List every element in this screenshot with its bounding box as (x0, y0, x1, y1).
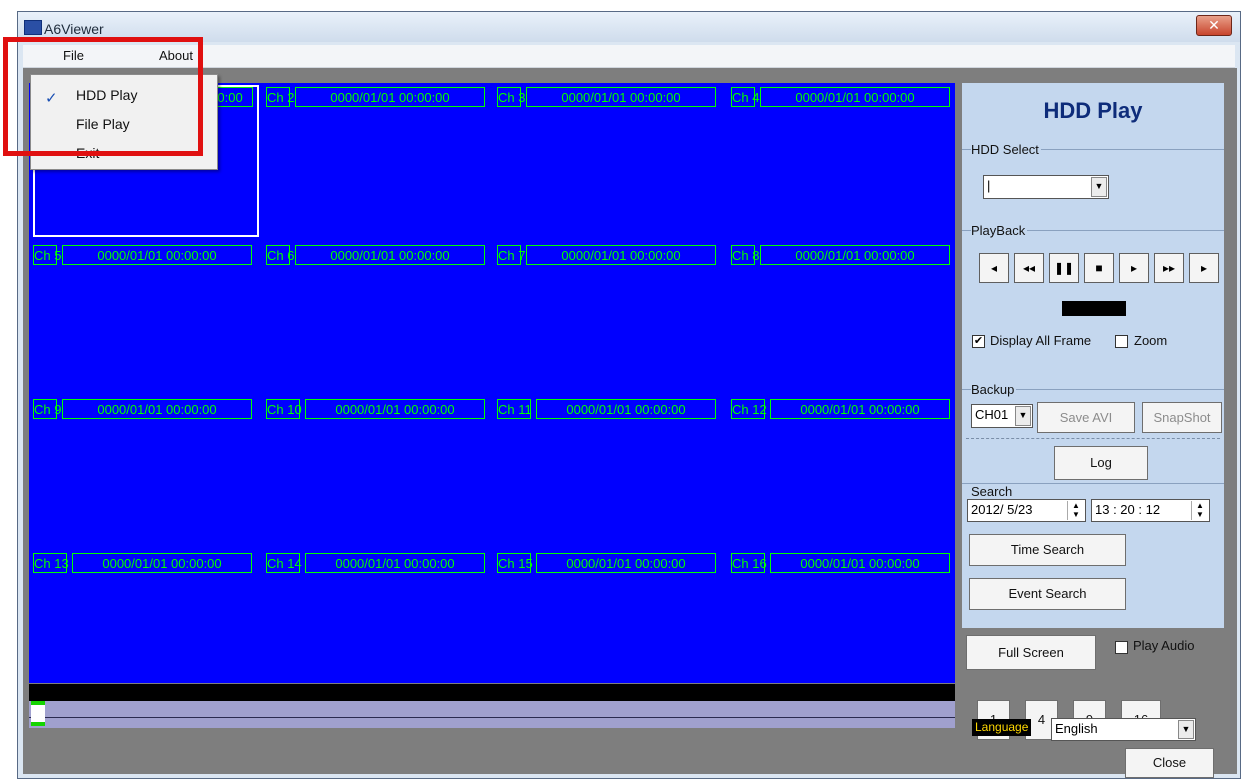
save-avi-button[interactable]: Save AVI (1037, 402, 1135, 433)
channel-timestamp: 0000/01/01 00:00:00 (536, 399, 716, 419)
channel-timestamp: 0000/01/01 00:00:00 (72, 553, 252, 573)
language-select[interactable]: English ▼ (1051, 718, 1196, 741)
close-button[interactable]: Close (1125, 748, 1214, 778)
date-spinner-icon[interactable]: ▲ ▼ (1067, 501, 1084, 520)
hdd-select-group: HDD Select | ▼ (962, 142, 1224, 224)
log-button[interactable]: Log (1054, 446, 1148, 480)
timeline-track[interactable] (29, 701, 955, 728)
channel-label: Ch 7 (497, 245, 525, 265)
rewind-button[interactable]: ◂◂ (1014, 253, 1044, 283)
channel-label: Ch 14 (266, 553, 302, 573)
playback-group: PlayBack ◂ ◂◂ ❚❚ ■ ▸ ▸▸ ▸ ✔ Display All … (962, 223, 1224, 381)
playback-controls: ◂ ◂◂ ❚❚ ■ ▸ ▸▸ ▸ (979, 253, 1219, 283)
search-time-field[interactable]: 13 : 20 : 12 ▲ ▼ (1091, 499, 1210, 522)
panel-title: HDD Play (1043, 98, 1143, 123)
channel-timestamp: 0000/01/01 00:00:00 (760, 87, 950, 107)
display-all-frame-label: Display All Frame (990, 333, 1092, 348)
stop-button[interactable]: ■ (1084, 253, 1114, 283)
channel-label: Ch 16 (731, 553, 767, 573)
channel-label: Ch 12 (731, 399, 767, 419)
hdd-select-combobox[interactable]: | ▼ (983, 175, 1109, 199)
chevron-down-icon[interactable]: ▼ (1091, 177, 1107, 197)
pause-button[interactable]: ❚❚ (1049, 253, 1079, 283)
channel-timestamp: 0000/01/01 00:00:00 (295, 245, 485, 265)
channel-label: Ch 2 (266, 87, 294, 107)
app-icon (24, 20, 42, 35)
fast-forward-button[interactable]: ▸▸ (1154, 253, 1184, 283)
step-back-button[interactable]: ◂ (979, 253, 1009, 283)
channel-timestamp: 0000/01/01 00:00:00 (305, 399, 485, 419)
search-date-value: 2012/ 5/23 (971, 502, 1033, 517)
hdd-select-value: | (987, 178, 991, 193)
channel-label: Ch 13 (33, 553, 69, 573)
channel-timestamp: 0000/01/01 00:00:00 (536, 553, 716, 573)
channel-timestamp: 0000/01/01 00:00:00 (770, 399, 950, 419)
language-label: Language (972, 719, 1032, 736)
menu-bar: File About (23, 45, 1235, 68)
play-audio-checkbox[interactable] (1115, 641, 1128, 654)
backup-label: Backup (971, 382, 1017, 397)
timeline-slider-handle[interactable] (31, 701, 45, 726)
channel-timestamp: 0000/01/01 00:00:00 (305, 553, 485, 573)
backup-channel-value: CH01 (975, 407, 1009, 422)
speed-display (1062, 301, 1126, 316)
backup-channel-select[interactable]: CH01 ▼ (971, 404, 1033, 428)
channel-label: Ch 6 (266, 245, 294, 265)
channel-timestamp: 0000/01/01 00:00:00 (62, 245, 252, 265)
channel-timestamp: 0000/01/01 00:00:00 (295, 87, 485, 107)
window-title: A6Viewer (44, 21, 104, 37)
time-spinner-icon[interactable]: ▲ ▼ (1191, 501, 1208, 520)
client-area: 0:00:00 Ch 2 0000/01/01 00:00:00 Ch 3 0000/0… (23, 68, 1237, 778)
full-screen-button[interactable]: Full Screen (966, 635, 1096, 670)
display-all-frame-checkbox[interactable]: ✔ (972, 335, 985, 348)
backup-group: Backup CH01 ▼ Save AVI SnapShot Log (962, 382, 1224, 484)
channel-label: Ch 3 (497, 87, 525, 107)
timeline-bar (29, 684, 955, 701)
time-search-button[interactable]: Time Search (969, 534, 1126, 566)
control-panel: HDD Play HDD Select | ▼ PlayBack ◂ ◂◂ ❚❚… (962, 83, 1224, 628)
play-button[interactable]: ▸ (1119, 253, 1149, 283)
channel-timestamp: 0000/01/01 00:00:00 (526, 87, 716, 107)
channel-label: Ch 10 (266, 399, 302, 419)
event-search-button[interactable]: Event Search (969, 578, 1126, 610)
red-highlight-box (3, 37, 203, 156)
hdd-select-label: HDD Select (971, 142, 1041, 157)
backup-divider (966, 438, 1220, 439)
zoom-label: Zoom (1134, 333, 1168, 348)
channel-label: Ch 11 (497, 399, 532, 419)
channel-label: Ch 9 (33, 399, 61, 419)
chevron-down-icon[interactable]: ▼ (1178, 720, 1194, 739)
window-close-button[interactable]: ✕ (1196, 15, 1232, 36)
search-group: Search 2012/ 5/23 ▲ ▼ 13 : 20 : 12 ▲ ▼ Tim… (962, 483, 1224, 624)
video-grid: 0:00:00 Ch 2 0000/01/01 00:00:00 Ch 3 0000/0… (29, 83, 955, 683)
playback-label: PlayBack (971, 223, 1028, 238)
search-label: Search (971, 484, 1015, 499)
channel-timestamp: 0000/01/01 00:00:00 (526, 245, 716, 265)
zoom-checkbox[interactable] (1115, 335, 1128, 348)
chevron-down-icon[interactable]: ▼ (1015, 406, 1031, 426)
channel-label: Ch 4 (731, 87, 759, 107)
channel-label: Ch 15 (497, 553, 533, 573)
step-forward-button[interactable]: ▸ (1189, 253, 1219, 283)
timeline-line (29, 717, 955, 718)
channel-timestamp: 0000/01/01 00:00:00 (760, 245, 950, 265)
snapshot-button[interactable]: SnapShot (1142, 402, 1222, 433)
search-date-field[interactable]: 2012/ 5/23 ▲ ▼ (967, 499, 1086, 522)
search-time-value: 13 : 20 : 12 (1095, 502, 1161, 517)
language-value: English (1055, 721, 1098, 736)
channel-label: Ch 5 (33, 245, 61, 265)
channel-label: Ch 8 (731, 245, 759, 265)
channel-timestamp: 0000/01/01 00:00:00 (62, 399, 252, 419)
play-audio-label: Play Audio (1133, 638, 1195, 653)
channel-timestamp: 0000/01/01 00:00:00 (770, 553, 950, 573)
